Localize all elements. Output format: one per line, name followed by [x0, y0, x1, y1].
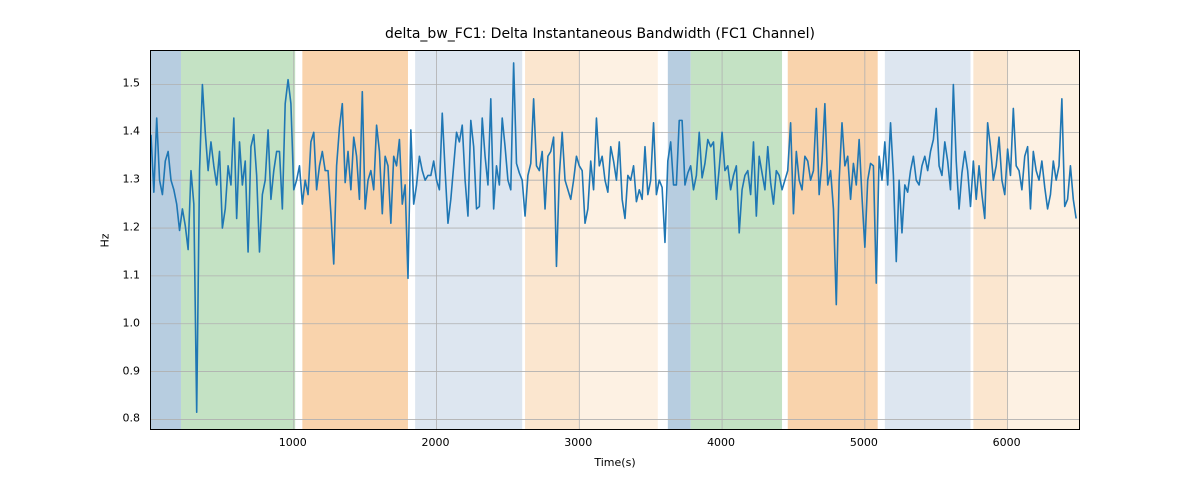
background-band: [579, 51, 658, 429]
y-tick-label: 1.4: [123, 125, 141, 138]
x-tick-label: 3000: [564, 436, 592, 449]
background-band: [1008, 51, 1079, 429]
background-band: [415, 51, 522, 429]
chart-title: delta_bw_FC1: Delta Instantaneous Bandwi…: [0, 26, 1200, 42]
y-tick-label: 1.0: [123, 316, 141, 329]
background-band: [151, 51, 181, 429]
background-band: [973, 51, 1007, 429]
y-axis-label-text: Hz: [99, 233, 112, 247]
background-band: [691, 51, 782, 429]
x-tick-label: 5000: [850, 436, 878, 449]
y-tick-label: 1.2: [123, 221, 141, 234]
background-band: [668, 51, 691, 429]
y-tick-label: 1.3: [123, 173, 141, 186]
plot-area: [150, 50, 1080, 430]
y-tick-label: 0.9: [123, 364, 141, 377]
y-tick-label: 0.8: [123, 412, 141, 425]
x-axis-label: Time(s): [150, 456, 1080, 469]
figure: delta_bw_FC1: Delta Instantaneous Bandwi…: [0, 0, 1200, 500]
background-band: [302, 51, 408, 429]
plot-svg: [151, 51, 1079, 429]
x-tick-label: 1000: [279, 436, 307, 449]
y-tick-label: 1.1: [123, 268, 141, 281]
x-tick-label: 6000: [993, 436, 1021, 449]
x-tick-label: 4000: [707, 436, 735, 449]
y-tick-label: 1.5: [123, 77, 141, 90]
x-tick-label: 2000: [422, 436, 450, 449]
y-axis-label: Hz: [98, 50, 112, 430]
